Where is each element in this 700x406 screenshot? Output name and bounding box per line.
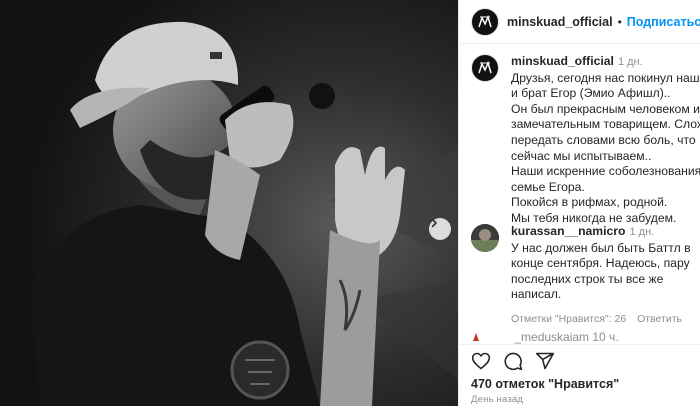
performer-photo-illustration [0,0,458,406]
header-separator: • [617,14,622,29]
heart-icon [471,352,491,370]
caption-line: Друзья, сегодня нас покинул наш друг [511,70,700,85]
commenter-avatar[interactable] [471,224,499,252]
caption-line: и брат Егор (Эмио Афишл).. [511,86,671,101]
comment-line: написал. [511,287,562,302]
avatar-image [471,224,499,252]
caption-item: minskuad_official 1 дн. Друзья, сегодня н… [471,54,700,227]
post-header: minskuad_official • Подписаться [459,0,700,44]
avatar-image [473,333,479,341]
comment-icon [504,352,523,371]
post-actions: 470 отметок "Нравится" День назад [459,344,700,406]
caption-line: сейчас мы испытываем.. [511,148,652,163]
profile-avatar[interactable] [471,7,499,36]
caption-time[interactable]: 1 дн. [618,56,643,68]
peek-text: _meduskaiam 10 ч. [514,330,619,344]
chevron-right-icon [431,218,437,228]
share-icon [535,352,555,370]
caption-line: семье Егора. [511,179,585,194]
logo-icon [478,14,492,27]
comment-item: kurassan__namicro 1 дн. У нас должен был … [471,224,699,328]
next-photo-button[interactable] [429,218,451,240]
share-button[interactable] [535,351,555,371]
likes-count[interactable]: 470 отметок "Нравится" [471,377,619,391]
post-time[interactable]: День назад [471,394,523,405]
comments-list[interactable]: minskuad_official 1 дн. Друзья, сегодня н… [459,44,700,344]
caption-line: Он был прекрасным человеком и [511,101,700,116]
caption-line: передать словами всю боль, что [511,132,696,147]
follow-button[interactable]: Подписаться [627,15,700,29]
commenter-username[interactable]: kurassan__namicro [511,224,626,238]
caption-avatar[interactable] [471,54,499,82]
comment-likes-count[interactable]: Отметки "Нравится": 26 [511,313,626,325]
caption-line: Покойся в рифмах, родной. [511,195,668,210]
comment-button[interactable] [503,351,523,371]
like-button[interactable] [471,351,491,371]
post-author-username[interactable]: minskuad_official [507,15,613,29]
comment-line: У нас должен был быть Баттл в [511,240,691,255]
comment-time[interactable]: 1 дн. [630,226,655,238]
post-side-panel: minskuad_official • Подписаться minskuad… [458,0,700,406]
caption-line: замечательным товарищем. Сложно [511,117,700,132]
comment-meta: Отметки "Нравится": 26 Ответить [511,312,699,328]
post-photo[interactable] [0,0,458,406]
comment-line: последних строк ты все же [511,271,664,286]
logo-icon [478,61,492,74]
comment-line: конце сентября. Надеюсь, пару [511,256,690,271]
reply-button[interactable]: Ответить [637,313,682,325]
next-comment-peek: _meduskaiam 10 ч. [471,330,699,344]
caption-username[interactable]: minskuad_official [511,54,614,68]
peek-avatar [471,330,499,341]
caption-line: Наши искренние соболезнования [511,164,700,179]
